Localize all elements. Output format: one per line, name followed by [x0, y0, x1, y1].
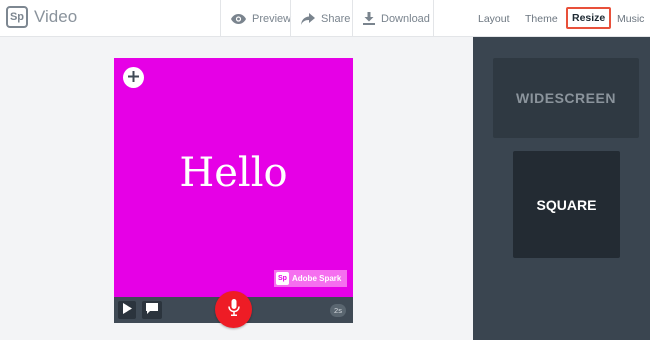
voiceover-notes-button[interactable]	[142, 301, 162, 319]
preview-button[interactable]: Preview	[220, 0, 292, 37]
slide-text[interactable]: Hello	[114, 150, 353, 196]
app-logo[interactable]: Sp	[6, 6, 28, 28]
watermark-label: Adobe Spark	[292, 274, 342, 283]
comment-icon	[146, 301, 158, 319]
adobe-spark-watermark[interactable]: Sp Adobe Spark	[274, 270, 347, 287]
share-arrow-icon	[301, 12, 315, 25]
duration-badge[interactable]: 2s	[330, 304, 346, 317]
download-button[interactable]: Download	[352, 0, 434, 37]
download-icon	[363, 12, 375, 25]
play-icon	[122, 301, 132, 319]
widescreen-option[interactable]: WIDESCREEN	[493, 58, 639, 138]
record-voice-button[interactable]	[215, 291, 252, 328]
share-button[interactable]: Share	[290, 0, 352, 37]
add-content-button[interactable]	[123, 67, 144, 88]
spark-logo-icon: Sp	[276, 272, 289, 285]
resize-panel: WIDESCREEN SQUARE	[473, 37, 650, 340]
slide-canvas[interactable]: Hello Sp Adobe Spark	[114, 58, 353, 297]
app-title: Video	[34, 7, 78, 26]
nav-layout[interactable]: Layout	[478, 0, 510, 37]
top-bar: Sp Video Preview Share Download Layout T…	[0, 0, 650, 37]
download-label: Download	[381, 12, 430, 25]
nav-music[interactable]: Music	[617, 0, 644, 37]
nav-theme[interactable]: Theme	[525, 0, 558, 37]
play-button[interactable]	[118, 301, 136, 319]
nav-resize[interactable]: Resize	[566, 7, 612, 29]
microphone-icon	[227, 298, 240, 321]
square-option[interactable]: SQUARE	[513, 151, 620, 258]
plus-icon	[128, 69, 139, 87]
eye-icon	[231, 13, 246, 24]
preview-label: Preview	[252, 12, 292, 25]
share-label: Share	[321, 12, 351, 25]
